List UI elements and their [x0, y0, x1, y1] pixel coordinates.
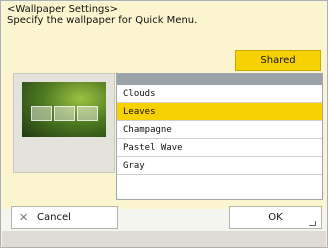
wallpaper-preview-image [22, 82, 106, 137]
wallpaper-settings-screen: <Wallpaper Settings> Specify the wallpap… [0, 0, 328, 248]
wallpaper-item-clouds[interactable]: Clouds [117, 85, 322, 103]
wallpaper-item-pastel-wave[interactable]: Pastel Wave [117, 139, 322, 157]
cancel-label: Cancel [37, 212, 71, 223]
preview-button-shape [31, 106, 52, 121]
shared-button[interactable]: Shared [235, 50, 321, 71]
wallpaper-item-champagne[interactable]: Champagne [117, 121, 322, 139]
wallpaper-list-header [117, 74, 322, 85]
wallpaper-list: Clouds Leaves Champagne Pastel Wave Gray [116, 73, 323, 200]
dialog-instruction: Specify the wallpaper for Quick Menu. [7, 15, 198, 26]
cancel-button[interactable]: ✕ Cancel [11, 206, 118, 229]
enter-corner-icon [309, 221, 316, 226]
close-icon: ✕ [19, 211, 29, 224]
status-footer [2, 231, 326, 247]
preview-button-shape [54, 106, 75, 121]
ok-button[interactable]: OK [229, 206, 322, 229]
preview-button-shape [77, 106, 98, 121]
dialog-title: <Wallpaper Settings> [7, 4, 118, 15]
ok-label: OK [268, 212, 283, 223]
settings-panel: <Wallpaper Settings> Specify the wallpap… [2, 2, 326, 209]
wallpaper-item-gray[interactable]: Gray [117, 157, 322, 175]
wallpaper-item-leaves[interactable]: Leaves [117, 103, 322, 121]
preview-box [13, 73, 115, 173]
